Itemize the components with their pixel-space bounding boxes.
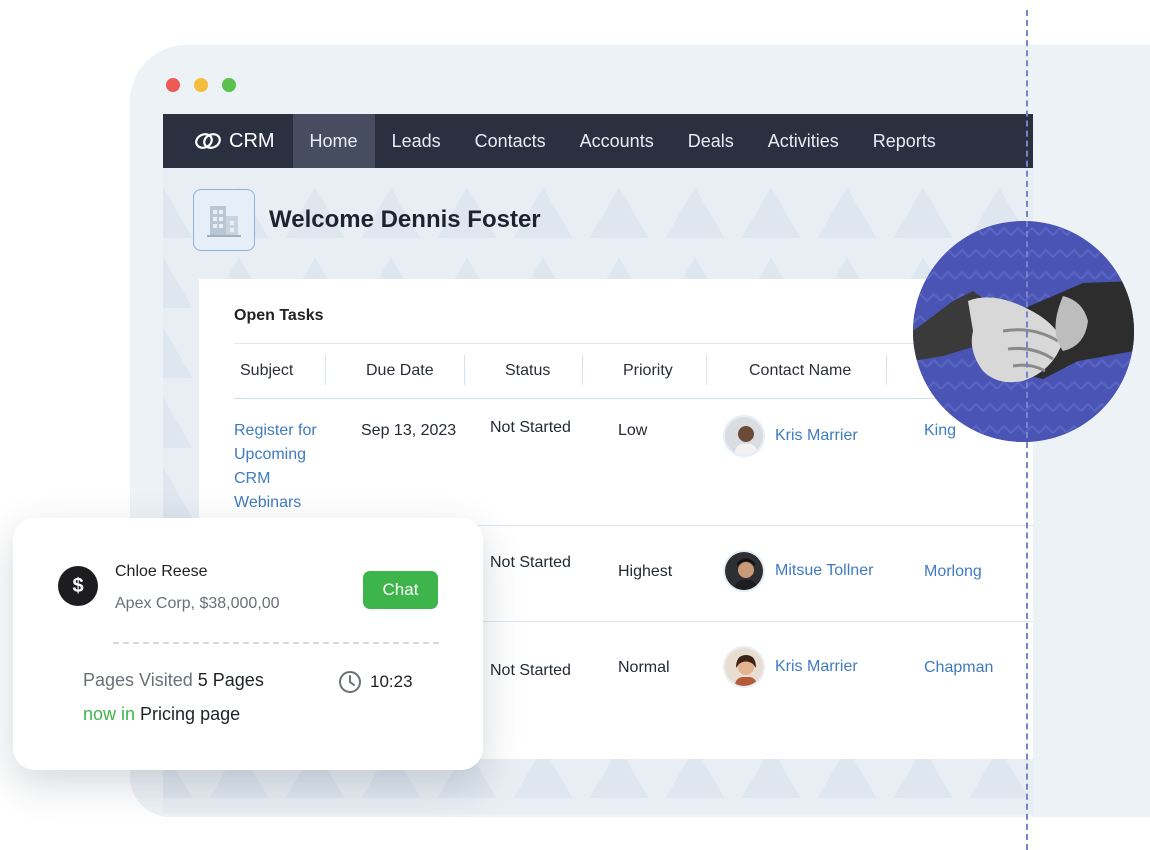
col-header-contact-name[interactable]: Contact Name	[707, 343, 887, 399]
nav-item-contacts[interactable]: Contacts	[458, 114, 563, 168]
nav-item-accounts[interactable]: Accounts	[563, 114, 671, 168]
visit-time: 10:23	[338, 670, 413, 694]
dollar-icon: $	[58, 566, 98, 606]
task-subject-link[interactable]: Register for Upcoming CRM Webinars	[234, 398, 326, 526]
col-header-priority[interactable]: Priority	[583, 343, 707, 399]
window-controls	[166, 78, 236, 92]
contact-name-link[interactable]: Kris Marrier	[775, 655, 858, 679]
col-header-subject[interactable]: Subject	[234, 343, 326, 399]
nav-item-reports[interactable]: Reports	[856, 114, 953, 168]
task-priority: Normal	[618, 659, 670, 676]
current-page: now in Pricing page	[83, 704, 240, 725]
task-status: Not Started	[465, 398, 583, 526]
visitor-chat-card: $ Chloe Reese Apex Corp, $38,000,00 Chat…	[13, 518, 483, 770]
building-icon	[193, 189, 255, 251]
close-dot[interactable]	[166, 78, 180, 92]
col-header-status[interactable]: Status	[465, 343, 583, 399]
task-priority: Highest	[583, 525, 707, 622]
visitor-company: Apex Corp, $38,000,00	[115, 595, 280, 612]
avatar[interactable]	[723, 550, 765, 592]
nav-item-activities[interactable]: Activities	[751, 114, 856, 168]
contact-name-link[interactable]: Kris Marrier	[775, 424, 858, 448]
pages-visited-label: Pages Visited	[83, 670, 193, 690]
dashed-divider	[1026, 10, 1028, 850]
handshake-image	[913, 221, 1134, 442]
nav-item-deals[interactable]: Deals	[671, 114, 751, 168]
task-due-date: Sep 13, 2023	[326, 398, 465, 526]
stage: CRM Home Leads Contacts Accounts Deals A…	[0, 0, 1150, 850]
account-name-link[interactable]: Chapman	[887, 622, 1033, 722]
panel-title: Open Tasks	[234, 307, 324, 324]
top-navbar: CRM Home Leads Contacts Accounts Deals A…	[163, 114, 1033, 168]
card-divider	[113, 642, 439, 644]
task-contact: Kris Marrier	[707, 622, 887, 722]
table-header-row: Subject Due Date Status Priority Contact…	[234, 343, 1033, 399]
avatar[interactable]	[723, 646, 765, 688]
pages-visited: Pages Visited 5 Pages	[83, 670, 264, 691]
brand-name: CRM	[229, 129, 275, 152]
nav-item-leads[interactable]: Leads	[375, 114, 458, 168]
visitor-name: Chloe Reese	[115, 563, 208, 580]
task-contact: Kris Marrier	[707, 398, 887, 526]
welcome-header: Welcome Dennis Foster	[193, 189, 541, 251]
visit-time-value: 10:23	[370, 672, 413, 691]
pages-visited-value: 5 Pages	[197, 670, 264, 690]
contact-name-link[interactable]: Mitsue Tollner	[775, 559, 873, 583]
now-in-label: now in	[83, 704, 136, 724]
nav-item-home[interactable]: Home	[292, 114, 375, 168]
minimize-dot[interactable]	[194, 78, 208, 92]
avatar[interactable]	[723, 415, 765, 457]
col-header-due-date[interactable]: Due Date	[326, 343, 465, 399]
now-in-value: Pricing page	[140, 704, 241, 724]
clock-icon	[339, 671, 361, 693]
task-priority: Low	[583, 398, 707, 526]
account-name-link[interactable]: Morlong	[887, 525, 1033, 622]
page-title: Welcome Dennis Foster	[269, 206, 541, 233]
table-row[interactable]: Register for Upcoming CRM Webinars Sep 1…	[234, 398, 1033, 526]
task-contact: Mitsue Tollner	[707, 525, 887, 622]
chat-button[interactable]: Chat	[363, 571, 438, 609]
brand-logo[interactable]: CRM	[163, 114, 293, 168]
crm-logo-icon	[195, 133, 221, 149]
maximize-dot[interactable]	[222, 78, 236, 92]
